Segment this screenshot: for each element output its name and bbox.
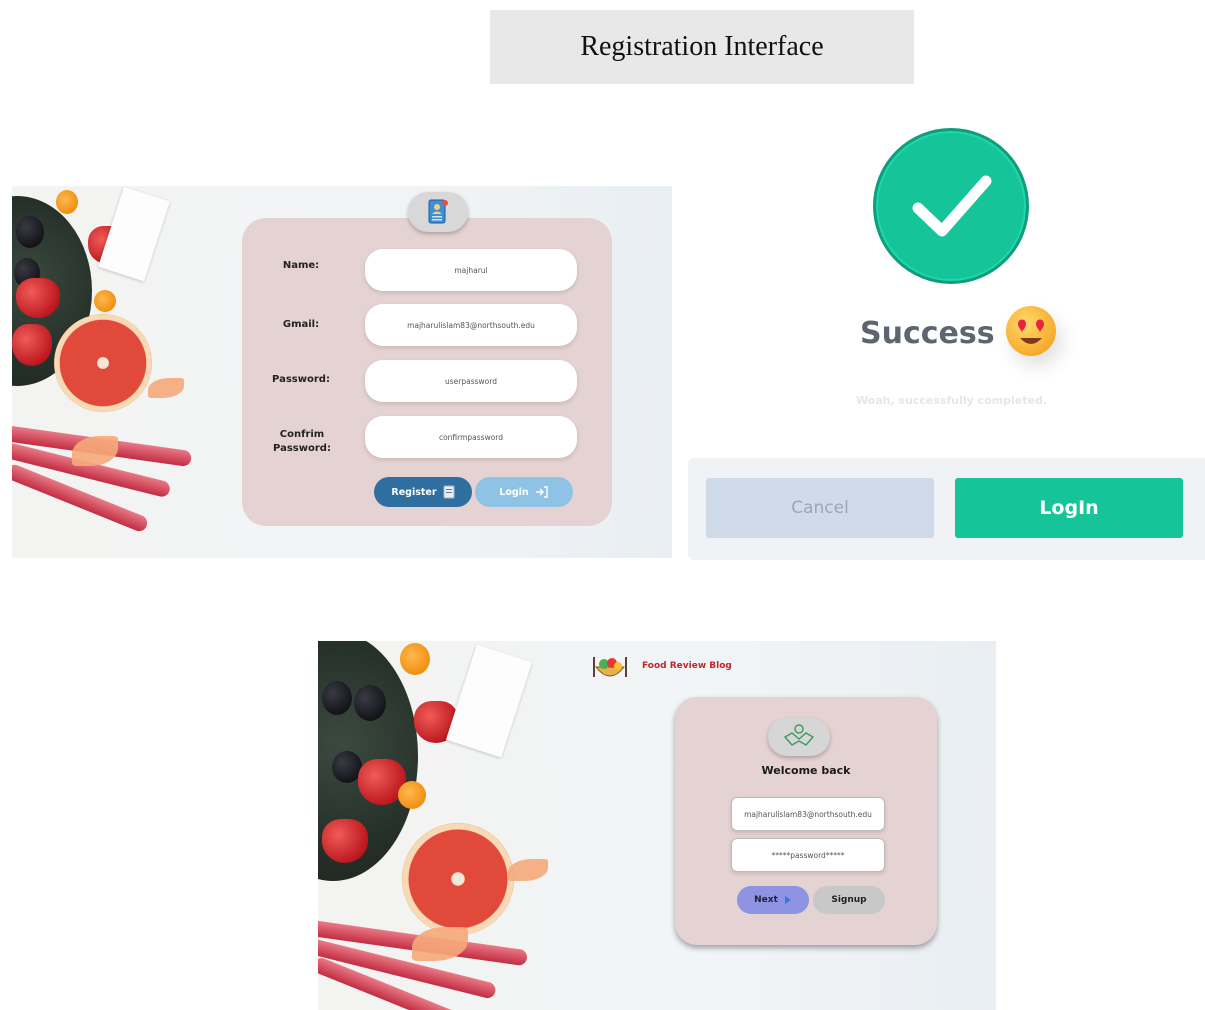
success-title: Success xyxy=(860,316,995,351)
login-form: Welcome back majharulislam83@northsouth.… xyxy=(675,697,937,945)
handshake-icon xyxy=(783,724,815,746)
recipe-card-image xyxy=(98,186,170,282)
login-button-label: Login xyxy=(499,486,529,498)
name-label: Name: xyxy=(282,260,320,271)
blackberry-image xyxy=(354,685,386,721)
contact-card-icon xyxy=(428,199,448,224)
login-button[interactable]: LogIn xyxy=(955,478,1183,538)
orange-image xyxy=(56,190,78,214)
strawberry-image xyxy=(12,324,52,366)
heart-eyes-face xyxy=(1018,319,1044,344)
register-button[interactable]: Register xyxy=(374,477,472,507)
name-input[interactable]: majharul xyxy=(365,249,577,291)
food-blog-logo-icon xyxy=(593,657,627,677)
cancel-button[interactable]: Cancel xyxy=(706,478,934,538)
password-input[interactable]: *****password***** xyxy=(731,838,885,872)
confirm-password-label: Confrim Password: xyxy=(273,429,331,454)
brand-title: Food Review Blog xyxy=(642,661,732,671)
checkmark-icon xyxy=(912,175,992,237)
heart-eyes-emoji-icon xyxy=(1006,306,1056,356)
grapefruit-image xyxy=(402,823,514,935)
flower-image xyxy=(72,436,118,466)
register-button-label: Register xyxy=(391,486,437,498)
orange-image xyxy=(94,290,116,312)
user-badge xyxy=(408,192,468,232)
registration-form: Name: majharul Gmail: majharulislam83@no… xyxy=(242,192,612,526)
dialog-button-bar: Cancel LogIn xyxy=(688,458,1205,560)
flower-image xyxy=(148,378,184,398)
orange-image xyxy=(400,643,430,675)
success-subtitle: Woah, successfully completed. xyxy=(855,394,1048,407)
orange-image xyxy=(398,781,426,809)
next-button[interactable]: Next xyxy=(737,886,809,914)
form-icon xyxy=(443,485,455,499)
signup-button-label: Signup xyxy=(831,895,867,905)
email-input[interactable]: majharulislam83@northsouth.edu xyxy=(731,797,885,831)
blackberry-image xyxy=(322,681,352,715)
gmail-label: Gmail: xyxy=(282,319,320,330)
handshake-badge xyxy=(768,718,830,756)
welcome-heading: Welcome back xyxy=(761,764,851,777)
login-button[interactable]: Login xyxy=(475,477,573,507)
page-title-box: Registration Interface xyxy=(490,10,914,84)
flower-image xyxy=(508,859,548,881)
confirm-password-input[interactable]: confirmpassword xyxy=(365,416,577,458)
gmail-input[interactable]: majharulislam83@northsouth.edu xyxy=(365,304,577,346)
strawberry-image xyxy=(322,819,368,863)
password-input[interactable]: userpassword xyxy=(365,360,577,402)
grapefruit-image xyxy=(54,314,152,412)
strawberry-image xyxy=(16,278,60,318)
recipe-card-image xyxy=(445,644,533,758)
password-label: Password: xyxy=(272,374,330,385)
success-dialog: Success Woah, successfully completed. Ca… xyxy=(688,120,1205,560)
login-arrow-icon xyxy=(535,486,548,498)
page-title: Registration Interface xyxy=(580,31,824,62)
next-arrow-icon xyxy=(784,896,791,904)
signup-button[interactable]: Signup xyxy=(813,886,885,914)
success-check-badge xyxy=(873,128,1029,284)
next-button-label: Next xyxy=(754,895,778,905)
blackberry-image xyxy=(16,216,44,248)
